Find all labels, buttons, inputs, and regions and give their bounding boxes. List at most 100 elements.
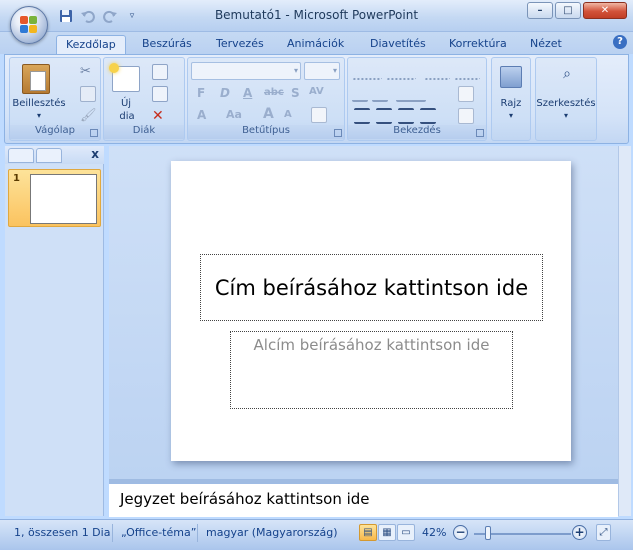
clipboard-group: Beillesztés ▾ ✂ 🖌 Vágólap (9, 57, 101, 141)
align-right-icon[interactable] (398, 108, 414, 124)
vertical-scrollbar[interactable] (618, 146, 631, 516)
smartart-icon[interactable] (458, 108, 474, 124)
new-slide-label-1[interactable]: Új (112, 98, 140, 109)
bold-button[interactable]: F (197, 86, 205, 100)
paragraph-group-label: Bekezdés (348, 125, 486, 139)
drawing-group: Rajz ▾ (491, 57, 531, 141)
font-size-field[interactable]: ▾ (304, 62, 340, 80)
drawing-dropdown-icon[interactable]: ▾ (505, 111, 517, 120)
office-button[interactable] (10, 6, 48, 44)
shadow-button[interactable]: S (291, 86, 300, 100)
underline-button[interactable]: A (243, 86, 252, 100)
fit-to-window-icon[interactable]: ⤢ (596, 524, 611, 541)
editing-group: ⌕ Szerkesztés ▾ (535, 57, 597, 141)
outline-tab[interactable] (36, 148, 62, 163)
font-name-field[interactable]: ▾ (191, 62, 301, 80)
status-bar: 1, összesen 1 Dia „Office-téma” magyar (… (0, 519, 633, 550)
bullets-icon[interactable] (352, 64, 382, 80)
layout-icon[interactable] (152, 64, 168, 80)
slides-group: Új dia ✕ Diák (103, 57, 185, 141)
zoom-out-button[interactable]: − (453, 525, 468, 540)
numbering-icon[interactable] (386, 64, 416, 80)
slides-group-label: Diák (104, 125, 184, 139)
tab-korrektura[interactable]: Korrektúra (440, 35, 516, 54)
quick-access-toolbar: ▿ (58, 7, 140, 25)
pane-close-button[interactable]: x (91, 147, 99, 161)
help-icon[interactable]: ? (613, 35, 627, 49)
zoom-slider-thumb[interactable] (485, 526, 491, 540)
theme-status[interactable]: „Office-téma” (121, 526, 196, 539)
title-placeholder[interactable]: Cím beírásához kattintson ide (200, 254, 543, 321)
character-spacing-button[interactable]: AV (309, 86, 324, 97)
columns-icon[interactable] (396, 86, 426, 102)
shapes-icon[interactable] (500, 66, 522, 88)
tab-kezdolap[interactable]: Kezdőlap (56, 35, 126, 54)
editing-button[interactable]: Szerkesztés (536, 98, 596, 109)
copy-icon[interactable] (80, 86, 96, 102)
tab-beszuras[interactable]: Beszúrás (133, 35, 201, 54)
slide-editing-area: Cím beírásához kattintson ide Alcím beír… (109, 146, 618, 479)
slide-number: 1 (13, 173, 20, 184)
slideshow-view-icon[interactable]: ▭ (397, 524, 415, 541)
zoom-level[interactable]: 42% (422, 526, 446, 539)
normal-view-icon[interactable]: ▤ (359, 524, 377, 541)
shrink-font-button[interactable]: A (284, 109, 292, 120)
office-logo-icon (20, 16, 38, 34)
subtitle-placeholder[interactable]: Alcím beírásához kattintson ide (230, 331, 513, 409)
clipboard-dialog-launcher[interactable] (90, 129, 98, 137)
dropdown-arrow-icon[interactable]: ▿ (124, 8, 140, 24)
paragraph-dialog-launcher[interactable] (476, 129, 484, 137)
slide[interactable]: Cím beírásához kattintson ide Alcím beír… (171, 161, 571, 461)
text-direction-icon[interactable] (454, 64, 480, 80)
new-slide-icon[interactable] (109, 63, 140, 92)
change-case-button[interactable]: Aa (226, 108, 242, 121)
justify-icon[interactable] (420, 108, 436, 124)
binoculars-icon[interactable]: ⌕ (556, 66, 578, 84)
language-status[interactable]: magyar (Magyarország) (206, 526, 338, 539)
tab-diavetites[interactable]: Diavetítés (361, 35, 435, 54)
font-color-button[interactable]: A (197, 108, 206, 122)
redo-icon[interactable] (102, 8, 118, 24)
delete-slide-icon[interactable]: ✕ (152, 108, 168, 124)
notes-placeholder[interactable]: Jegyzet beírásához kattintson ide (120, 490, 370, 508)
paste-button[interactable]: Beillesztés (12, 98, 66, 109)
clear-formatting-icon[interactable] (311, 107, 327, 123)
tab-nezet[interactable]: Nézet (521, 35, 571, 54)
notes-pane[interactable]: Jegyzet beírásához kattintson ide (109, 483, 618, 517)
undo-icon[interactable] (80, 8, 96, 24)
paste-dropdown-icon[interactable]: ▾ (32, 111, 46, 120)
close-button[interactable]: ✕ (583, 2, 627, 19)
format-painter-icon[interactable]: 🖌 (80, 108, 97, 124)
clipboard-group-label: Vágólap (10, 125, 100, 139)
ribbon-tab-row: Kezdőlap Beszúrás Tervezés Animációk Dia… (0, 32, 633, 54)
cut-icon[interactable]: ✂ (80, 64, 96, 80)
line-spacing-icon[interactable] (424, 64, 450, 80)
slide-sorter-view-icon[interactable]: ▦ (378, 524, 396, 541)
tab-animaciok[interactable]: Animációk (278, 35, 353, 54)
tab-tervezes[interactable]: Tervezés (207, 35, 273, 54)
maximize-button[interactable]: □ (555, 2, 581, 19)
paste-icon[interactable] (22, 64, 50, 94)
drawing-button[interactable]: Rajz (492, 98, 530, 109)
title-bar: Bemutató1 - Microsoft PowerPoint ▿ – □ ✕ (0, 0, 633, 32)
floppy-disk-icon[interactable] (58, 8, 74, 24)
status-separator (112, 524, 113, 542)
align-left-icon[interactable] (354, 108, 370, 124)
align-text-icon[interactable] (458, 86, 474, 102)
strikethrough-button[interactable]: abc (264, 87, 284, 98)
reset-icon[interactable] (152, 86, 168, 102)
minimize-button[interactable]: – (527, 2, 553, 19)
font-dialog-launcher[interactable] (334, 129, 342, 137)
zoom-in-button[interactable]: + (572, 525, 587, 540)
slide-thumbnail[interactable] (30, 174, 97, 224)
slides-pane: x 1 (5, 146, 104, 516)
decrease-indent-icon[interactable] (352, 86, 368, 102)
italic-button[interactable]: D (220, 86, 230, 100)
slide-thumbnail-item[interactable]: 1 (8, 169, 101, 227)
align-center-icon[interactable] (376, 108, 392, 124)
increase-indent-icon[interactable] (372, 86, 388, 102)
new-slide-label-2[interactable]: dia (110, 111, 144, 122)
editing-dropdown-icon[interactable]: ▾ (560, 111, 572, 120)
slides-tab[interactable] (8, 148, 34, 163)
grow-font-button[interactable]: A (263, 106, 274, 122)
